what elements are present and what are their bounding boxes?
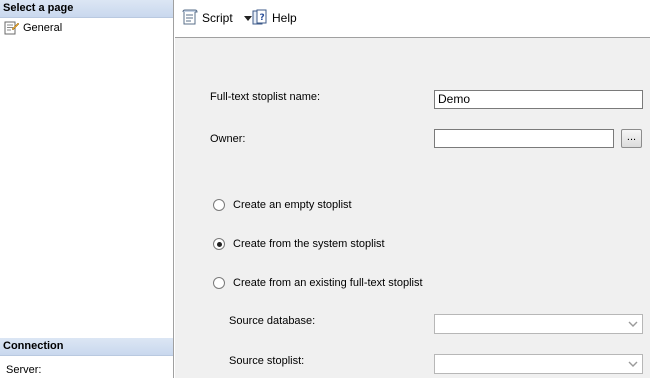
- stoplist-name-label: Full-text stoplist name:: [210, 91, 321, 103]
- owner-input[interactable]: [434, 129, 614, 148]
- toolbar: Script ? Help: [175, 0, 650, 38]
- page-properties-icon: [3, 20, 20, 36]
- radio-empty-stoplist[interactable]: [213, 199, 225, 211]
- sidebar: Select a page General Connection Server:: [0, 0, 174, 378]
- owner-browse-button[interactable]: ...: [621, 129, 642, 148]
- source-database-label: Source database:: [229, 315, 316, 327]
- help-icon: ?: [251, 8, 269, 29]
- radio-system-stoplist[interactable]: [213, 238, 225, 250]
- source-database-select[interactable]: [434, 314, 643, 334]
- option-existing-stoplist[interactable]: Create from an existing full-text stopli…: [213, 277, 423, 289]
- owner-label: Owner:: [210, 133, 246, 145]
- radio-existing-stoplist[interactable]: [213, 277, 225, 289]
- server-label: Server:: [6, 364, 42, 376]
- option-system-stoplist[interactable]: Create from the system stoplist: [213, 238, 385, 250]
- source-stoplist-select[interactable]: [434, 354, 643, 374]
- page-item-label: General: [23, 22, 63, 34]
- help-button[interactable]: ? Help: [251, 8, 297, 28]
- stoplist-name-input[interactable]: Demo: [434, 90, 643, 109]
- script-icon: [181, 8, 199, 29]
- page-item-general[interactable]: General: [3, 20, 62, 36]
- help-label: Help: [272, 11, 297, 25]
- option-label: Create from the system stoplist: [233, 238, 385, 250]
- option-label: Create from an existing full-text stopli…: [233, 277, 423, 289]
- chevron-down-icon[interactable]: [628, 358, 638, 370]
- svg-text:?: ?: [260, 13, 265, 23]
- connection-header: Connection: [0, 338, 173, 356]
- option-empty-stoplist[interactable]: Create an empty stoplist: [213, 199, 352, 211]
- chevron-down-icon[interactable]: [628, 318, 638, 330]
- script-button[interactable]: Script: [181, 8, 252, 28]
- source-stoplist-label: Source stoplist:: [229, 355, 305, 367]
- script-label: Script: [202, 11, 233, 25]
- main-panel: Script ? Help Full-text stoplist name: D…: [175, 0, 650, 378]
- select-page-header: Select a page: [0, 0, 173, 18]
- option-label: Create an empty stoplist: [233, 199, 352, 211]
